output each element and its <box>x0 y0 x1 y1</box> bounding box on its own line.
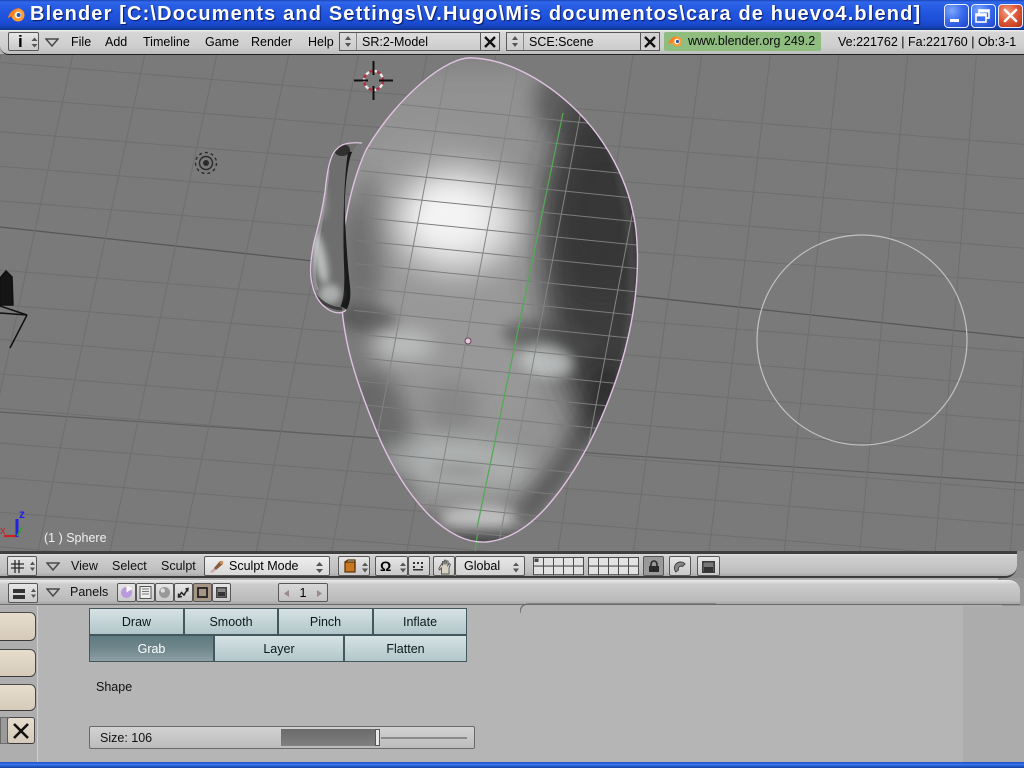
svg-text:z: z <box>19 507 25 521</box>
svg-text:(1 ) Sphere: (1 ) Sphere <box>44 531 107 545</box>
svg-text:x: x <box>0 525 6 537</box>
